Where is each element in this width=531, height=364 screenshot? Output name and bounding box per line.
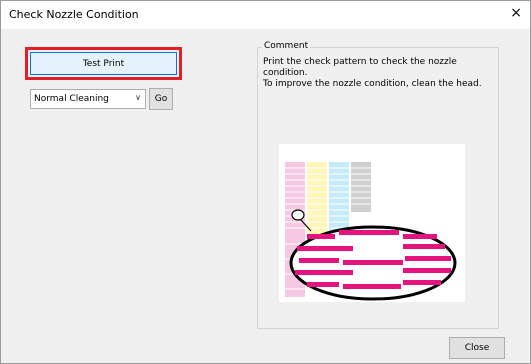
cleaning-mode-select[interactable]: Normal Cleaning ∨: [30, 89, 146, 109]
yellow-column: [307, 162, 327, 237]
close-button[interactable]: Close: [449, 337, 505, 359]
nozzle-pattern-svg: [285, 162, 457, 301]
check-nozzle-dialog: Check Nozzle Condition × Test Print Norm…: [0, 0, 531, 364]
cleaning-mode-value: Normal Cleaning: [34, 94, 109, 104]
title-bar: Check Nozzle Condition ×: [1, 1, 530, 29]
cyan-column: [329, 162, 349, 237]
window-close-icon[interactable]: ×: [510, 6, 522, 20]
go-button[interactable]: Go: [149, 88, 173, 110]
comment-text: Print the check pattern to check the noz…: [263, 57, 495, 90]
nozzle-check-pattern-illustration: [279, 144, 465, 302]
comment-legend: Comment: [262, 41, 311, 51]
chevron-down-icon: ∨: [135, 93, 141, 102]
comment-line-2: To improve the nozzle condition, clean t…: [263, 79, 482, 89]
comment-line-1: Print the check pattern to check the noz…: [263, 57, 457, 78]
test-print-button[interactable]: Test Print: [30, 52, 177, 75]
window-title: Check Nozzle Condition: [9, 8, 139, 21]
